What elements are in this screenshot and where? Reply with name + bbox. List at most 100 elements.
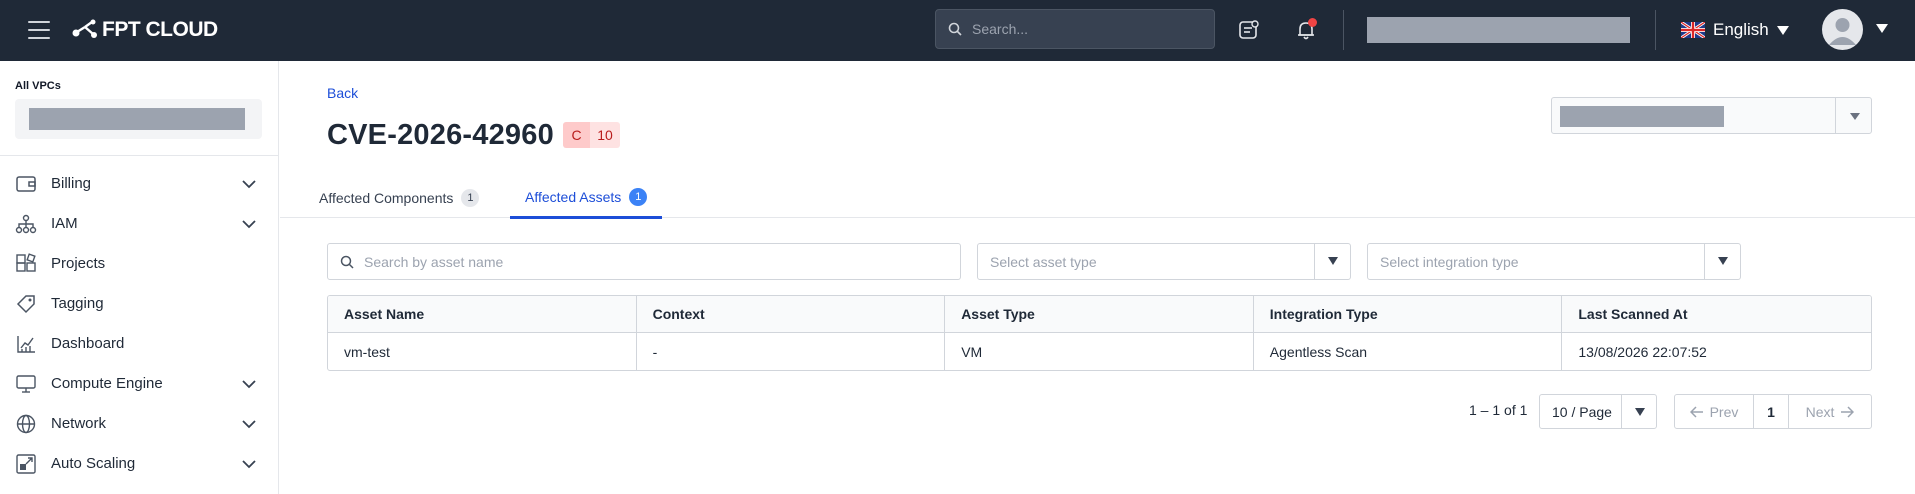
prev-label: Prev [1709, 403, 1739, 420]
tab-count-badge: 1 [629, 187, 648, 206]
sidebar-item-projects[interactable]: Projects [0, 243, 278, 283]
tab-count-badge: 1 [461, 188, 480, 207]
brand-logo[interactable]: FPT CLOUD [72, 16, 218, 44]
search-icon [948, 22, 962, 36]
notification-dot [1308, 18, 1317, 27]
table-cell-context: - [637, 333, 946, 370]
divider [1835, 98, 1836, 133]
tab-bar: Affected Components 1 Affected Assets 1 [280, 177, 1915, 219]
sidebar-item-label: IAM [51, 215, 78, 232]
current-page-button[interactable]: 1 [1754, 395, 1789, 428]
integration-type-select[interactable]: Select integration type [1367, 243, 1741, 280]
tab-affected-assets[interactable]: Affected Assets 1 [510, 177, 663, 219]
prev-page-button[interactable]: Prev [1675, 395, 1754, 428]
search-icon [340, 255, 354, 269]
divider [0, 155, 279, 156]
user-avatar[interactable] [1822, 9, 1863, 50]
notifications-button[interactable] [1292, 16, 1320, 44]
table-cell-last-scanned: 13/08/2026 22:07:52 [1578, 343, 1707, 360]
column-header[interactable]: Asset Name [328, 296, 637, 332]
page-size-select[interactable]: 10 / Page [1539, 394, 1657, 429]
tab-label: Affected Components [319, 189, 454, 206]
sidebar-item-compute-engine[interactable]: Compute Engine [0, 363, 278, 403]
sidebar-item-label: Auto Scaling [51, 455, 136, 472]
arrow-right-icon [1841, 405, 1855, 418]
table-cell-asset-type: VM [945, 333, 1254, 370]
chevron-down-icon [242, 380, 256, 389]
asset-type-select[interactable]: Select asset type [977, 243, 1351, 280]
sidebar-item-label: Tagging [51, 295, 104, 312]
table-row[interactable]: vm-test - VM Agentless Scan 13/08/2026 2… [328, 333, 1871, 370]
severity-badge: C 10 [563, 122, 620, 148]
chart-icon [17, 336, 35, 353]
chevron-down-icon [242, 220, 256, 229]
language-selector[interactable]: English [1681, 17, 1789, 43]
pager: Prev 1 Next [1674, 394, 1872, 429]
brand-name: FPT CLOUD [102, 18, 218, 41]
sidebar-item-auto-scaling[interactable]: Auto Scaling [0, 443, 278, 483]
caret-down-icon [1776, 25, 1789, 35]
top-navbar: FPT CLOUD Search... English [0, 0, 1915, 61]
table-cell-asset-name: vm-test [328, 333, 637, 370]
redacted-vpc-name [29, 108, 245, 130]
page-title: CVE-2026-42960 [327, 119, 554, 151]
sidebar-item-tagging[interactable]: Tagging [0, 283, 278, 323]
logo-mark-icon [72, 19, 97, 38]
global-search-input[interactable] [972, 21, 1202, 37]
menu-icon[interactable] [28, 21, 50, 39]
sidebar-item-billing[interactable]: Billing [0, 163, 278, 203]
column-header[interactable]: Asset Type [945, 296, 1254, 332]
chevron-down-icon [242, 460, 256, 469]
sidebar-item-label: Compute Engine [51, 375, 163, 392]
global-search[interactable] [935, 9, 1215, 49]
wallet-icon [16, 176, 36, 192]
caret-down-icon [1328, 257, 1338, 265]
monitor-icon [16, 375, 36, 393]
next-page-button[interactable]: Next [1789, 395, 1871, 428]
asset-type-placeholder: Select asset type [990, 254, 1097, 270]
user-menu-caret-icon[interactable] [1876, 24, 1888, 33]
integration-type-placeholder: Select integration type [1380, 254, 1519, 270]
divider [1655, 10, 1656, 50]
redacted-selection [1560, 106, 1724, 127]
tab-affected-components[interactable]: Affected Components 1 [304, 177, 494, 218]
table-header-row: Asset Name Context Asset Type Integratio… [328, 296, 1871, 333]
chevron-down-icon [242, 180, 256, 189]
arrow-left-icon [1689, 405, 1703, 418]
next-label: Next [1805, 403, 1835, 420]
sidebar-item-network[interactable]: Network [0, 403, 278, 443]
context-selector[interactable] [1551, 97, 1872, 134]
notes-button[interactable] [1235, 16, 1263, 44]
sidebar-item-iam[interactable]: IAM [0, 203, 278, 243]
assets-table: Asset Name Context Asset Type Integratio… [327, 295, 1872, 371]
column-header[interactable]: Context [637, 296, 946, 332]
notes-icon [1239, 20, 1259, 39]
column-header[interactable]: Integration Type [1254, 296, 1563, 332]
severity-score: 10 [590, 122, 620, 148]
main-content: Back CVE-2026-42960 C 10 Affected Compon… [280, 61, 1915, 494]
language-label: English [1713, 20, 1769, 39]
divider [1704, 244, 1705, 279]
org-tree-icon [15, 214, 37, 234]
sidebar-item-label: Projects [51, 255, 106, 272]
divider [1343, 10, 1344, 50]
vpc-label: All VPCs [15, 80, 61, 92]
sidebar-item-dashboard[interactable]: Dashboard [0, 323, 278, 363]
divider [1621, 395, 1622, 428]
column-header[interactable]: Last Scanned At [1562, 296, 1871, 332]
caret-down-icon [1718, 257, 1728, 265]
redacted-account-info [1367, 17, 1630, 43]
scaling-icon [16, 454, 36, 474]
caret-down-icon [1635, 408, 1645, 416]
sidebar-item-label: Network [51, 415, 107, 432]
sidebar: All VPCs Billing IAM Projects Tagging Da… [0, 61, 279, 494]
asset-search[interactable] [327, 243, 961, 280]
back-link[interactable]: Back [327, 85, 358, 101]
caret-down-icon [1850, 113, 1860, 120]
blocks-icon [16, 253, 36, 272]
tag-icon [16, 295, 35, 314]
pagination-info: 1 – 1 of 1 [1469, 402, 1528, 418]
table-cell-integration-type: Agentless Scan [1254, 333, 1563, 370]
asset-search-input[interactable] [364, 253, 944, 270]
vpc-selector[interactable] [15, 99, 262, 139]
